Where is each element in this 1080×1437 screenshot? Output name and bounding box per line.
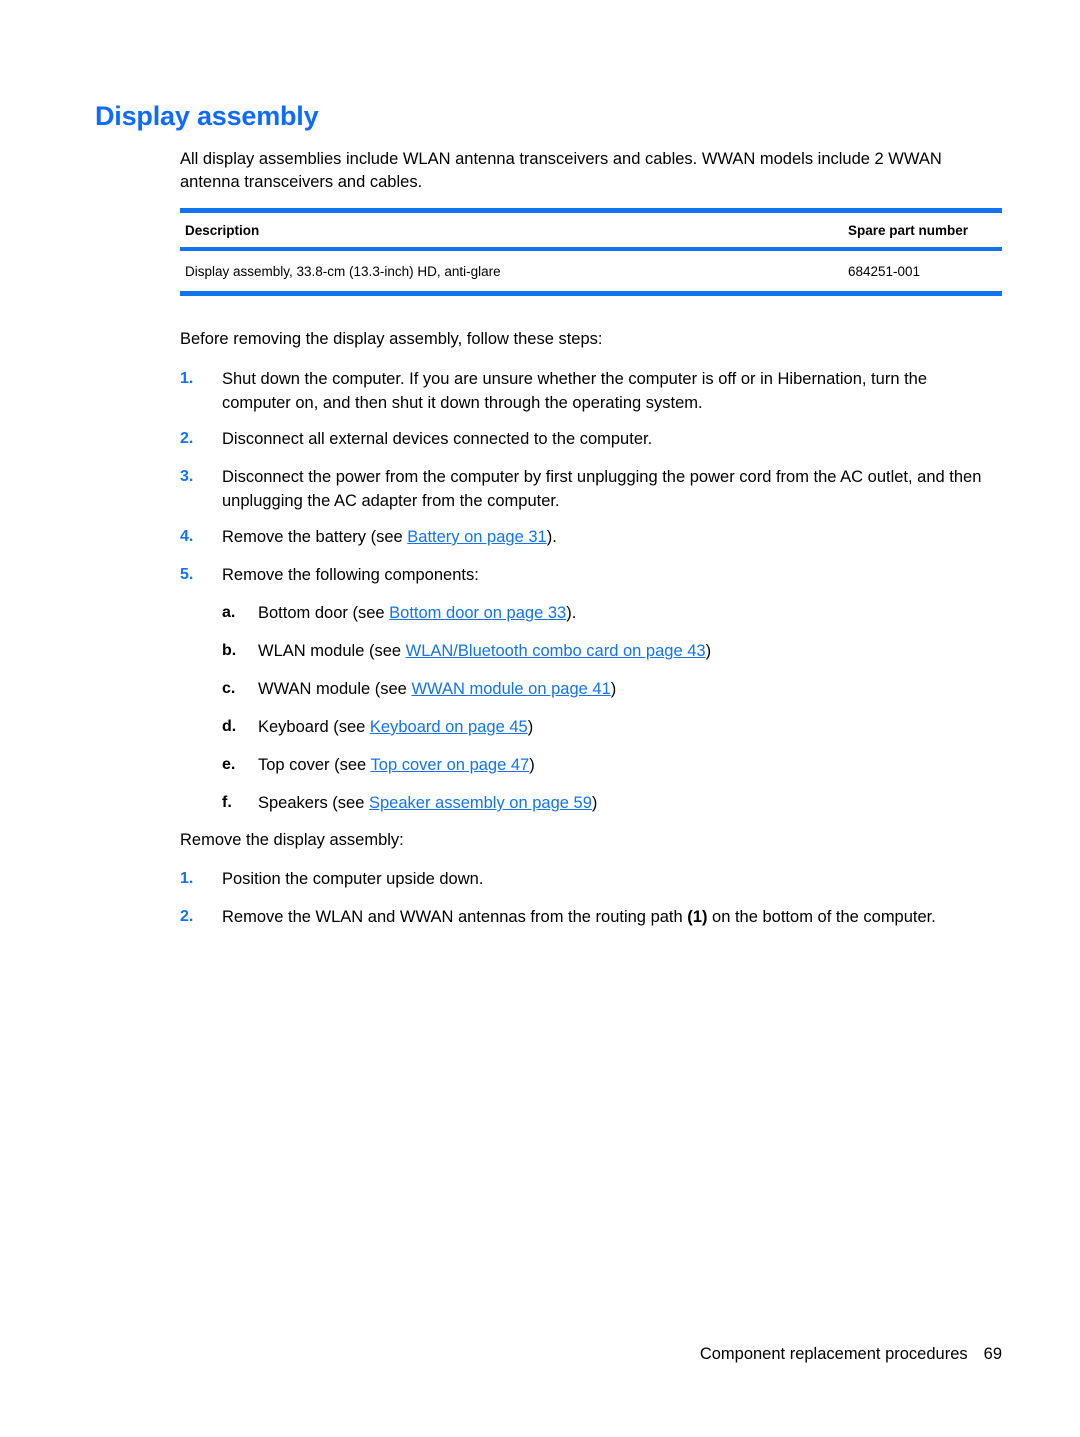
text-prefix: WWAN module (see	[258, 680, 412, 698]
list-marker: 1.	[180, 370, 194, 387]
sub-list-item-text: WLAN module (see WLAN/Bluetooth combo ca…	[258, 639, 992, 663]
sub-list-item: c. WWAN module (see WWAN module on page …	[222, 677, 992, 701]
text-prefix: Keyboard (see	[258, 718, 370, 736]
page-title: Display assembly	[95, 101, 319, 131]
list-marker: 4.	[180, 528, 194, 545]
document-page: Display assembly All display assemblies …	[0, 0, 1080, 1437]
sub-list-item-text: Speakers (see Speaker assembly on page 5…	[258, 791, 992, 815]
list-item: 1. Shut down the computer. If you are un…	[180, 367, 992, 415]
sub-list-item: a. Bottom door (see Bottom door on page …	[222, 601, 992, 625]
sub-list-marker: e.	[222, 756, 236, 773]
table-bottom-rule	[180, 291, 1002, 296]
text-prefix: Remove the WLAN and WWAN antennas from t…	[222, 908, 688, 926]
list-item-text: Remove the WLAN and WWAN antennas from t…	[222, 905, 992, 929]
sub-list-item: b. WLAN module (see WLAN/Bluetooth combo…	[222, 639, 992, 663]
table-row: Display assembly, 33.8-cm (13.3-inch) HD…	[180, 251, 1002, 291]
table-header-spare-part-number: Spare part number	[848, 222, 969, 238]
text-suffix: ).	[566, 604, 577, 622]
list-item: 5. Remove the following components:	[180, 563, 992, 587]
list-item-text: Remove the battery (see Battery on page …	[222, 525, 992, 549]
text-prefix: Speakers (see	[258, 794, 369, 812]
spare-parts-table: Description Spare part number Display as…	[180, 208, 1002, 296]
list-item-text: Position the computer upside down.	[222, 870, 484, 888]
sub-list-item-text: WWAN module (see WWAN module on page 41)	[258, 677, 992, 701]
sub-list-marker: c.	[222, 680, 236, 697]
sub-list-marker: b.	[222, 642, 237, 659]
sub-list-item: d. Keyboard (see Keyboard on page 45)	[222, 715, 992, 739]
list-marker: 5.	[180, 566, 194, 583]
cross-reference-link[interactable]: Keyboard on page 45	[370, 718, 528, 736]
table-header-row: Description Spare part number	[180, 213, 1002, 247]
text-prefix: Top cover (see	[258, 756, 371, 774]
footer-page-number: 69	[983, 1345, 1002, 1363]
text-suffix: )	[591, 794, 598, 812]
list-item: 3. Disconnect the power from the compute…	[180, 465, 992, 513]
sub-list-marker: f.	[222, 794, 232, 811]
list-item-text: Remove the following components:	[222, 566, 479, 584]
list-item-text: Shut down the computer. If you are unsur…	[222, 370, 928, 412]
table-cell-spare-part-number: 684251-001	[848, 263, 921, 279]
list-marker: 1.	[180, 870, 194, 887]
text-prefix: Bottom door (see	[258, 604, 390, 622]
cross-reference-link[interactable]: Bottom door on page 33	[389, 604, 566, 622]
cross-reference-link[interactable]: WWAN module on page 41	[411, 680, 610, 698]
text-suffix: )	[527, 718, 534, 736]
table-cell-description: Display assembly, 33.8-cm (13.3-inch) HD…	[185, 263, 501, 279]
list-item: 2. Disconnect all external devices conne…	[180, 427, 992, 451]
intro-paragraph: All display assemblies include WLAN ante…	[180, 150, 942, 191]
list-item-text: Disconnect the power from the computer b…	[222, 468, 982, 510]
list-item: 2. Remove the WLAN and WWAN antennas fro…	[180, 905, 992, 929]
list-marker: 2.	[180, 908, 194, 925]
table-header-description: Description	[185, 222, 260, 238]
cross-reference-link[interactable]: Speaker assembly on page 59	[369, 794, 592, 812]
sub-list-item-text: Top cover (see Top cover on page 47)	[258, 753, 992, 777]
sub-list-marker: d.	[222, 718, 237, 735]
sub-list-item-text: Keyboard (see Keyboard on page 45)	[258, 715, 992, 739]
text-suffix: )	[705, 642, 712, 660]
before-removing-lead: Before removing the display assembly, fo…	[180, 330, 603, 348]
list-item-text: Disconnect all external devices connecte…	[222, 430, 653, 448]
text-suffix: )	[610, 680, 617, 698]
list-marker: 2.	[180, 430, 194, 447]
text-suffix: ).	[546, 528, 557, 546]
list-item: 1. Position the computer upside down.	[180, 867, 992, 891]
list-item: 4. Remove the battery (see Battery on pa…	[180, 525, 992, 549]
cross-reference-link[interactable]: Top cover on page 47	[371, 756, 530, 774]
text-suffix: on the bottom of the computer.	[707, 908, 936, 926]
text-prefix: Remove the battery (see	[222, 528, 408, 546]
text-suffix: )	[529, 756, 535, 774]
cross-reference-link[interactable]: WLAN/Bluetooth combo card on page 43	[406, 642, 706, 660]
sub-list-item: e. Top cover (see Top cover on page 47)	[222, 753, 992, 777]
sub-list-item: f. Speakers (see Speaker assembly on pag…	[222, 791, 992, 815]
callout-reference: (1)	[687, 908, 708, 926]
sub-list-marker: a.	[222, 604, 236, 621]
cross-reference-link[interactable]: Battery on page 31	[407, 528, 546, 546]
footer-section-label: Component replacement procedures	[699, 1345, 968, 1363]
remove-assembly-lead: Remove the display assembly:	[180, 831, 404, 849]
list-marker: 3.	[180, 468, 194, 485]
sub-list-item-text: Bottom door (see Bottom door on page 33)…	[258, 601, 992, 625]
page-footer: Component replacement procedures 69	[0, 1345, 1002, 1364]
text-prefix: WLAN module (see	[258, 642, 406, 660]
